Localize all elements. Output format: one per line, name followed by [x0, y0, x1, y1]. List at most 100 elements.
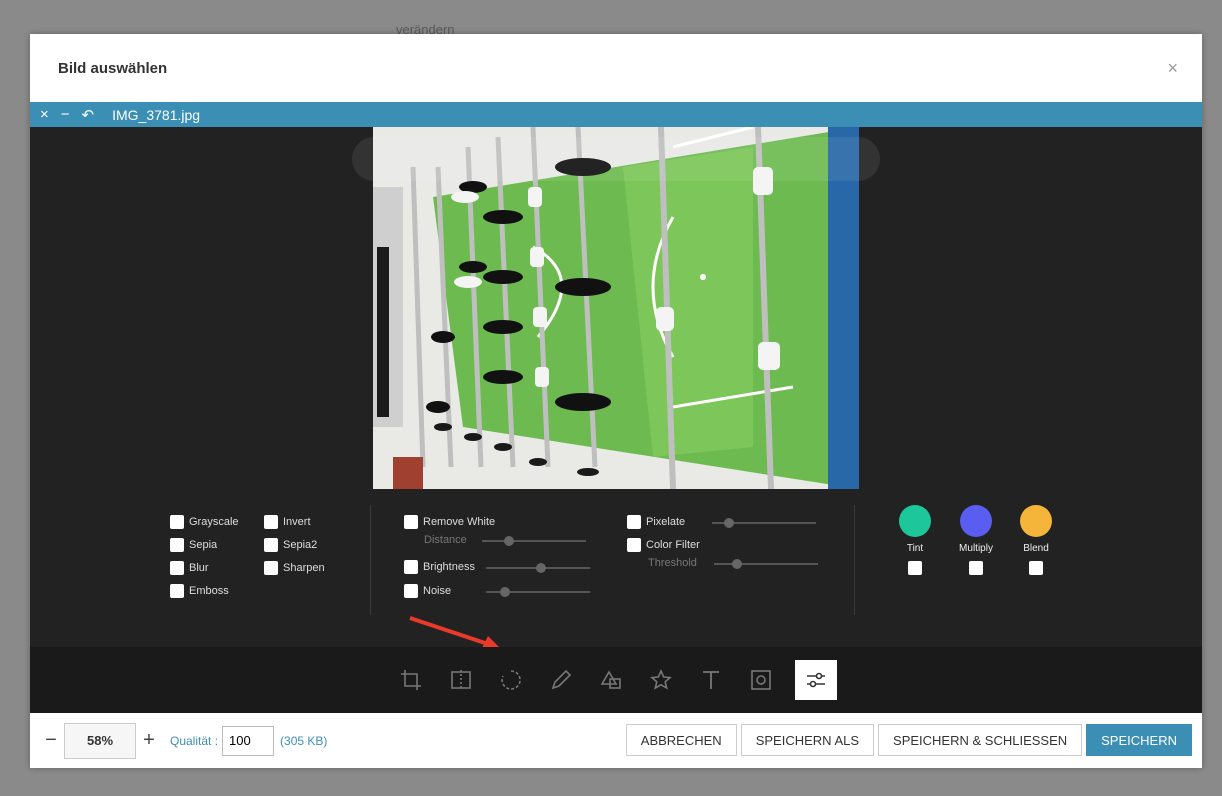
filter-color-filter[interactable]: Color Filter: [627, 538, 700, 552]
dialog-footer: − 58% + Qualität : (305 KB) ABBRECHEN SP…: [30, 713, 1202, 768]
distance-label: Distance: [424, 534, 467, 546]
shape-icon: [600, 670, 621, 689]
brightness-checkbox[interactable]: [404, 560, 418, 574]
blur-checkbox[interactable]: [170, 561, 184, 575]
brightness-slider-thumb[interactable]: [536, 563, 546, 573]
rotate-tool[interactable]: [495, 664, 527, 696]
editor-titlebar: × − ↶ IMG_3781.jpg: [30, 102, 1202, 127]
pixelate-slider-thumb[interactable]: [724, 518, 734, 528]
editor-undo-icon[interactable]: ↶: [82, 106, 95, 124]
pixelate-checkbox[interactable]: [627, 515, 641, 529]
footer-actions: ABBRECHEN SPEICHERN ALS SPEICHERN & SCHL…: [625, 724, 1192, 756]
emboss-checkbox[interactable]: [170, 584, 184, 598]
editor-canvas-area: Grayscale Invert Sepia Sepia2 Blur Sharp…: [30, 127, 1202, 713]
blend-checkbox[interactable]: [1029, 561, 1043, 575]
tint-checkbox[interactable]: [908, 561, 922, 575]
editor-filename: IMG_3781.jpg: [112, 106, 201, 123]
filter-label: Noise: [423, 585, 452, 597]
dialog-header: Bild auswählen ×: [30, 34, 1202, 102]
grayscale-checkbox[interactable]: [170, 515, 184, 529]
edited-photo[interactable]: [373, 127, 859, 489]
filter-sepia2[interactable]: Sepia2: [264, 538, 317, 552]
multiply-checkbox[interactable]: [969, 561, 983, 575]
remove-white-checkbox[interactable]: [404, 515, 418, 529]
filter-label: Sharpen: [283, 562, 325, 574]
dialog-title: Bild auswählen: [58, 59, 168, 77]
tint-label: Tint: [906, 543, 924, 554]
filter-pixelate[interactable]: Pixelate: [627, 515, 685, 529]
mask-tool[interactable]: [745, 664, 777, 696]
blend-label: Blend: [1023, 543, 1049, 554]
dialog-close-icon[interactable]: ×: [1167, 58, 1178, 79]
save-and-close-button[interactable]: SPEICHERN & SCHLIESSEN: [878, 724, 1083, 756]
foosball-photo-image: [373, 127, 859, 489]
filter-label: Sepia2: [283, 539, 318, 551]
flip-icon: [451, 670, 471, 690]
threshold-slider[interactable]: [714, 563, 818, 565]
filter-label: Emboss: [189, 585, 229, 597]
text-tool[interactable]: [695, 664, 727, 696]
blend-color-swatch[interactable]: [1020, 505, 1052, 537]
noise-checkbox[interactable]: [404, 584, 418, 598]
zoom-level[interactable]: 58%: [64, 722, 136, 759]
multiply-label: Multiply: [959, 543, 993, 554]
filter-divider: [370, 505, 371, 615]
distance-slider-thumb[interactable]: [504, 536, 514, 546]
filter-grayscale[interactable]: Grayscale: [170, 515, 239, 529]
editor-minimize-icon[interactable]: −: [61, 106, 70, 123]
quality-input[interactable]: [222, 725, 275, 756]
filter-label: Grayscale: [189, 516, 239, 528]
filter-label: Sepia: [189, 539, 218, 551]
filter-remove-white[interactable]: Remove White: [404, 515, 495, 529]
invert-checkbox[interactable]: [264, 515, 278, 529]
filter-sharpen[interactable]: Sharpen: [264, 561, 325, 575]
file-size: (305 KB): [280, 733, 328, 748]
zoom-out-button[interactable]: −: [42, 729, 60, 752]
filter-divider: [854, 505, 855, 615]
filter-sepia[interactable]: Sepia: [170, 538, 217, 552]
save-button[interactable]: SPEICHERN: [1086, 724, 1192, 756]
filter-panel: Grayscale Invert Sepia Sepia2 Blur Sharp…: [30, 505, 1202, 625]
draw-tool[interactable]: [545, 664, 577, 696]
filter-noise[interactable]: Noise: [404, 584, 451, 598]
text-icon: [703, 671, 719, 689]
filter-label: Pixelate: [646, 516, 686, 528]
flip-tool[interactable]: [445, 664, 477, 696]
sepia-checkbox[interactable]: [170, 538, 184, 552]
multiply-color-swatch[interactable]: [960, 505, 992, 537]
draw-icon: [551, 669, 572, 690]
filter-label: Brightness: [423, 561, 475, 573]
star-icon: [650, 669, 672, 690]
threshold-label: Threshold: [648, 557, 697, 569]
distance-slider[interactable]: [482, 540, 586, 542]
sepia2-checkbox[interactable]: [264, 538, 278, 552]
crop-tool[interactable]: [395, 664, 427, 696]
filter-emboss[interactable]: Emboss: [170, 584, 229, 598]
quality-label: Qualität :: [170, 733, 219, 748]
threshold-slider-thumb[interactable]: [732, 559, 742, 569]
cancel-button[interactable]: ABBRECHEN: [625, 724, 737, 756]
noise-slider-thumb[interactable]: [500, 587, 510, 597]
tool-strip: [30, 647, 1202, 713]
sharpen-checkbox[interactable]: [264, 561, 278, 575]
filter-tool[interactable]: [795, 660, 837, 700]
filter-invert[interactable]: Invert: [264, 515, 311, 529]
filter-label: Color Filter: [646, 539, 700, 551]
editor-close-icon[interactable]: ×: [40, 106, 49, 123]
save-as-button[interactable]: SPEICHERN ALS: [740, 724, 875, 756]
filter-label: Invert: [283, 516, 311, 528]
image-overlay-toolbar: [352, 137, 880, 181]
mask-icon: [751, 670, 771, 690]
crop-icon: [401, 670, 421, 690]
filter-sliders-icon: [807, 672, 825, 688]
filter-brightness[interactable]: Brightness: [404, 560, 475, 574]
filter-blur[interactable]: Blur: [170, 561, 209, 575]
rotate-icon: [501, 670, 521, 690]
tint-color-swatch[interactable]: [899, 505, 931, 537]
zoom-in-button[interactable]: +: [140, 729, 158, 752]
color-filter-checkbox[interactable]: [627, 538, 641, 552]
filter-label: Remove White: [423, 516, 496, 528]
shape-tool[interactable]: [595, 664, 627, 696]
icon-tool[interactable]: [645, 664, 677, 696]
image-picker-dialog: Bild auswählen × × − ↶ IMG_3781.jpg Gray…: [30, 34, 1202, 768]
